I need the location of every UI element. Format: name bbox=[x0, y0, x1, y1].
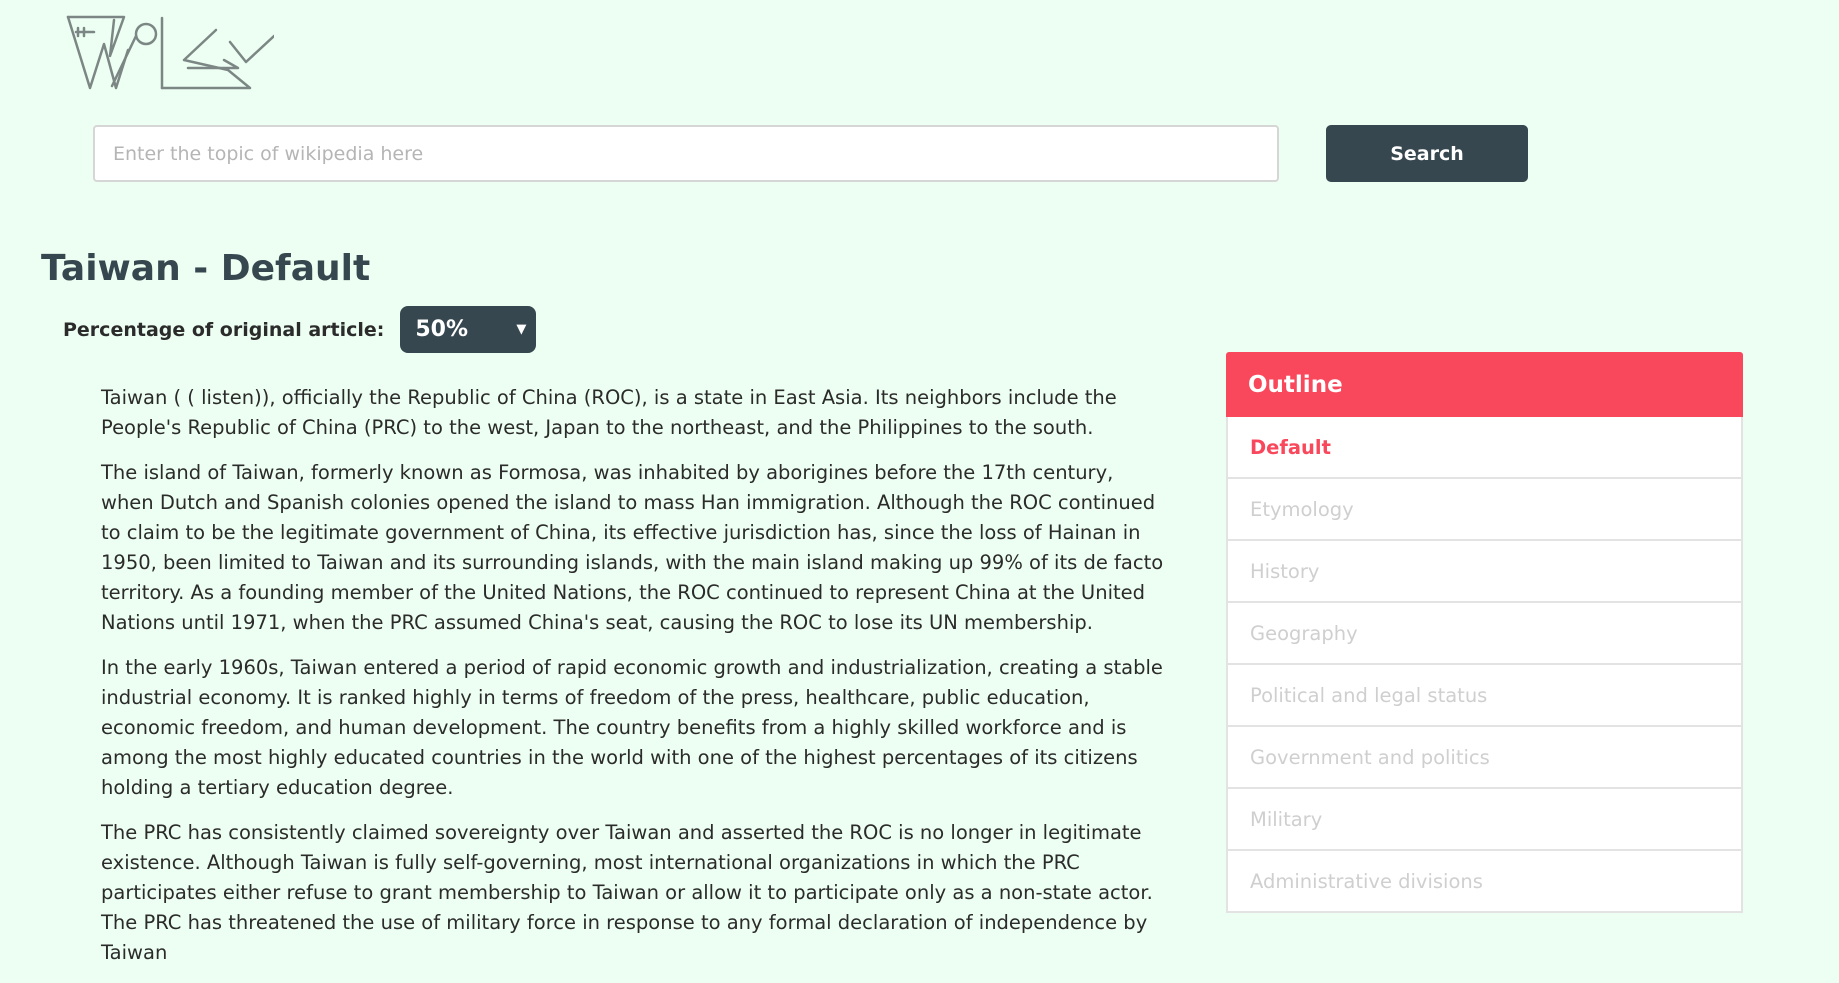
chevron-down-icon: ▼ bbox=[516, 322, 527, 337]
outline-item-military[interactable]: Military bbox=[1226, 789, 1743, 851]
article-paragraph: In the early 1960s, Taiwan entered a per… bbox=[101, 656, 1163, 799]
outline-item-etymology[interactable]: Etymology bbox=[1226, 479, 1743, 541]
wikey-logo bbox=[66, 15, 274, 90]
article-body: Taiwan ( ( listen)), officially the Repu… bbox=[101, 383, 1171, 983]
outline-header: Outline bbox=[1226, 352, 1743, 417]
article-paragraph: The PRC has consistently claimed soverei… bbox=[101, 821, 1153, 964]
search-input[interactable] bbox=[93, 125, 1279, 182]
search-button[interactable]: Search bbox=[1326, 125, 1528, 182]
outline-item-history[interactable]: History bbox=[1226, 541, 1743, 603]
outline-panel: Outline Default Etymology History Geogra… bbox=[1226, 352, 1743, 913]
percentage-label: Percentage of original article: bbox=[63, 318, 385, 341]
article-paragraph: The island of Taiwan, formerly known as … bbox=[101, 461, 1164, 634]
percentage-select[interactable]: 50% ▼ bbox=[400, 306, 537, 353]
outline-item-political-and-legal-status[interactable]: Political and legal status bbox=[1226, 665, 1743, 727]
article-paragraph: Taiwan ( ( listen)), officially the Repu… bbox=[101, 386, 1117, 439]
percentage-value: 50% bbox=[415, 317, 469, 342]
page-title: Taiwan - Default bbox=[41, 248, 371, 289]
outline-item-government-and-politics[interactable]: Government and politics bbox=[1226, 727, 1743, 789]
outline-item-default[interactable]: Default bbox=[1226, 417, 1743, 479]
outline-item-geography[interactable]: Geography bbox=[1226, 603, 1743, 665]
outline-item-administrative-divisions[interactable]: Administrative divisions bbox=[1226, 851, 1743, 913]
percentage-row: Percentage of original article: 50% ▼ bbox=[63, 306, 537, 353]
